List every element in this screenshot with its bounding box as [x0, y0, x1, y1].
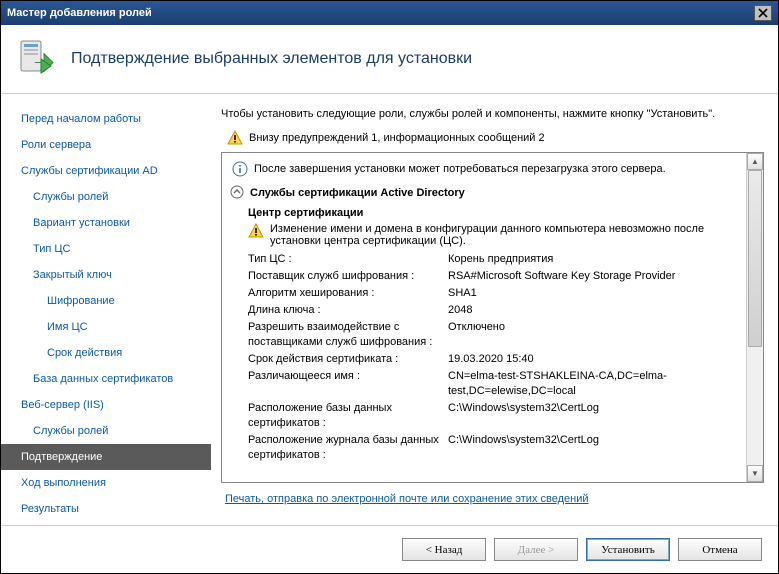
- sidebar-item-5[interactable]: Тип ЦС: [1, 236, 211, 262]
- wizard-icon: [17, 39, 57, 79]
- kv-key: Разрешить взаимодействие с поставщиками …: [248, 320, 448, 350]
- kv-key: Различающееся имя :: [248, 369, 448, 399]
- kv-value: 19.03.2020 15:40: [448, 352, 745, 367]
- sidebar-item-14[interactable]: Ход выполнения: [1, 470, 211, 496]
- kv-value: 2048: [448, 303, 745, 318]
- warning-icon: [248, 223, 264, 239]
- kv-row-4: Разрешить взаимодействие с поставщиками …: [230, 319, 745, 351]
- sidebar-item-10[interactable]: База данных сертификатов: [1, 366, 211, 392]
- kv-key: Расположение журнала базы данных сертифи…: [248, 433, 448, 463]
- sidebar-item-3[interactable]: Службы ролей: [1, 184, 211, 210]
- sidebar-item-9[interactable]: Срок действия: [1, 340, 211, 366]
- kv-value: SHA1: [448, 286, 745, 301]
- kv-row-2: Алгоритм хеширования :SHA1: [230, 285, 745, 302]
- kv-value: CN=elma-test-STSHAKLEINA-CA,DC=elma-test…: [448, 369, 745, 399]
- info-restart-row: После завершения установки может потребо…: [230, 159, 745, 183]
- install-button[interactable]: Установить: [586, 538, 670, 561]
- kv-value: RSA#Microsoft Software Key Storage Provi…: [448, 269, 745, 284]
- sidebar-item-12[interactable]: Службы ролей: [1, 418, 211, 444]
- kv-row-8: Расположение журнала базы данных сертифи…: [230, 432, 745, 464]
- sub-title: Центр сертификации: [230, 203, 745, 221]
- scroll-thumb[interactable]: [748, 170, 762, 347]
- kv-value: Отключено: [448, 320, 745, 350]
- section-header[interactable]: Службы сертификации Active Directory: [230, 183, 745, 203]
- warning-icon: [227, 130, 243, 146]
- kv-key: Расположение базы данных сертификатов :: [248, 401, 448, 431]
- collapse-icon: [230, 185, 246, 201]
- kv-row-1: Поставщик служб шифрования :RSA#Microsof…: [230, 268, 745, 285]
- sidebar-item-1[interactable]: Роли сервера: [1, 132, 211, 158]
- scroll-up-button[interactable]: ▲: [747, 153, 763, 170]
- kv-value: C:\Windows\system32\CertLog: [448, 433, 745, 463]
- sidebar-item-15[interactable]: Результаты: [1, 496, 211, 522]
- info-restart-text: После завершения установки может потребо…: [254, 163, 666, 175]
- main-content: Чтобы установить следующие роли, службы …: [211, 94, 778, 525]
- sidebar-item-4[interactable]: Вариант установки: [1, 210, 211, 236]
- back-button[interactable]: < Назад: [402, 538, 486, 561]
- kv-row-3: Длина ключа :2048: [230, 302, 745, 319]
- kv-key: Длина ключа :: [248, 303, 448, 318]
- next-button: Далее >: [494, 538, 578, 561]
- header: Подтверждение выбранных элементов для ус…: [1, 25, 778, 94]
- page-title: Подтверждение выбранных элементов для ус…: [71, 50, 472, 68]
- warning-summary-text: Внизу предупреждений 1, информационных с…: [249, 132, 545, 144]
- intro-text: Чтобы установить следующие роли, службы …: [221, 104, 764, 128]
- kv-value: Корень предприятия: [448, 252, 745, 267]
- sidebar-item-6[interactable]: Закрытый ключ: [1, 262, 211, 288]
- titlebar: Мастер добавления ролей: [1, 1, 778, 25]
- footer: < Назад Далее > Установить Отмена: [1, 525, 778, 573]
- warning-summary-row: Внизу предупреждений 1, информационных с…: [221, 128, 764, 152]
- section-title: Службы сертификации Active Directory: [250, 187, 465, 199]
- print-link[interactable]: Печать, отправка по электронной почте ил…: [225, 493, 589, 505]
- cancel-button[interactable]: Отмена: [678, 538, 762, 561]
- kv-row-0: Тип ЦС :Корень предприятия: [230, 251, 745, 268]
- sidebar-item-11[interactable]: Веб-сервер (IIS): [1, 392, 211, 418]
- wizard-window: Мастер добавления ролей Подтверждение вы…: [0, 0, 779, 574]
- sidebar: Перед началом работыРоли сервераСлужбы с…: [1, 94, 211, 525]
- sidebar-item-2[interactable]: Службы сертификации AD: [1, 158, 211, 184]
- print-link-row: Печать, отправка по электронной почте ил…: [221, 483, 764, 515]
- kv-value: C:\Windows\system32\CertLog: [448, 401, 745, 431]
- kv-key: Поставщик служб шифрования :: [248, 269, 448, 284]
- close-button[interactable]: [754, 5, 772, 21]
- change-warning-row: Изменение имени и домена в конфигурации …: [230, 221, 745, 251]
- window-title: Мастер добавления ролей: [7, 7, 152, 19]
- sidebar-item-13[interactable]: Подтверждение: [1, 444, 211, 470]
- kv-key: Алгоритм хеширования :: [248, 286, 448, 301]
- kv-row-7: Расположение базы данных сертификатов :C…: [230, 400, 745, 432]
- sidebar-item-0[interactable]: Перед началом работы: [1, 106, 211, 132]
- kv-key: Срок действия сертификата :: [248, 352, 448, 367]
- scroll-track[interactable]: [747, 170, 763, 465]
- kv-key: Тип ЦС :: [248, 252, 448, 267]
- change-warning-text: Изменение имени и домена в конфигурации …: [270, 223, 745, 247]
- details-box: После завершения установки может потребо…: [221, 152, 764, 483]
- vertical-scrollbar[interactable]: ▲ ▼: [746, 153, 763, 482]
- kv-row-6: Различающееся имя :CN=elma-test-STSHAKLE…: [230, 368, 745, 400]
- info-icon: [232, 161, 248, 177]
- sidebar-item-7[interactable]: Шифрование: [1, 288, 211, 314]
- sidebar-item-8[interactable]: Имя ЦС: [1, 314, 211, 340]
- kv-row-5: Срок действия сертификата :19.03.2020 15…: [230, 351, 745, 368]
- scroll-down-button[interactable]: ▼: [747, 465, 763, 482]
